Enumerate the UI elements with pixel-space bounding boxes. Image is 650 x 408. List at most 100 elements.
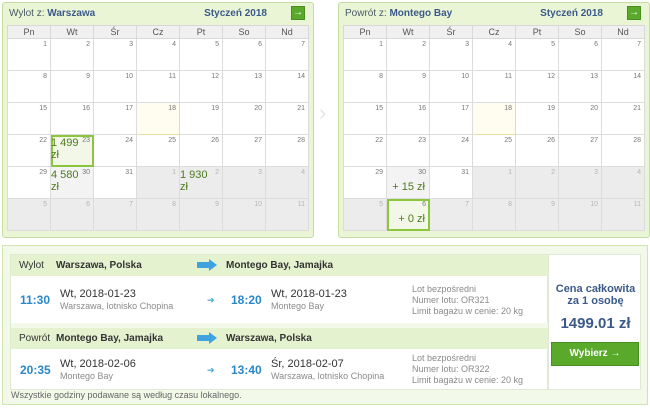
calendar-day[interactable]: 5 — [515, 38, 559, 71]
calendar-day[interactable]: 21 930 zł — [179, 166, 223, 199]
calendar-day[interactable]: 27 — [558, 134, 602, 167]
timezone-note: Wszystkie godziny podawane są według cza… — [11, 390, 242, 400]
calendar-day[interactable]: 7 — [265, 38, 309, 71]
calendar-day[interactable]: 7 — [601, 38, 645, 71]
calendar-day[interactable]: 20 — [558, 102, 602, 135]
calendar-day[interactable]: 6 — [558, 38, 602, 71]
calendar-day[interactable]: 13 — [222, 70, 266, 103]
calendar-day[interactable]: 17 — [429, 102, 473, 135]
calendar-day[interactable]: 5 — [179, 38, 223, 71]
calendar-day[interactable]: 1 — [7, 38, 51, 71]
calendar-day[interactable]: 2 — [50, 38, 94, 71]
calendar-day[interactable]: 6 + 0 zł — [386, 198, 430, 231]
day-number: 31 — [125, 169, 133, 176]
day-number: 26 — [547, 137, 555, 144]
calendar-day[interactable]: 2 — [386, 38, 430, 71]
day-number: 9 — [215, 201, 219, 208]
calendar-day[interactable]: 10 — [93, 70, 137, 103]
arrival-time: 13:40 — [231, 363, 262, 377]
calendar-day[interactable]: 12 — [515, 70, 559, 103]
day-number: 12 — [547, 73, 555, 80]
calendar-day[interactable]: 4 — [472, 38, 516, 71]
day-number: 30 — [418, 169, 426, 176]
calendar-month: Styczeń 2018 — [204, 8, 267, 19]
day-number: 8 — [172, 201, 176, 208]
calendar-day[interactable]: 1 — [343, 38, 387, 71]
calendar-day[interactable]: 20 — [222, 102, 266, 135]
calendar-day[interactable]: 21 — [265, 102, 309, 135]
calendar-day[interactable]: 28 — [601, 134, 645, 167]
calendar-day[interactable]: 19 — [179, 102, 223, 135]
next-month-arrow-icon[interactable]: → — [627, 6, 641, 20]
calendar-day[interactable]: 9 — [50, 70, 94, 103]
calendar-day[interactable]: 16 — [386, 102, 430, 135]
choose-button[interactable]: Wybierz → — [551, 342, 639, 366]
arrow-right-icon — [197, 332, 217, 344]
calendar-day[interactable]: 24 — [93, 134, 137, 167]
calendar-day[interactable]: 29 — [7, 166, 51, 199]
calendar-day[interactable]: 3 — [429, 38, 473, 71]
baggage-limit: Limit bagażu w cenie: 20 kg — [412, 306, 524, 316]
day-number: 27 — [254, 137, 262, 144]
day-number: 8 — [508, 201, 512, 208]
weekday-header: Pn — [7, 25, 51, 39]
calendar-day: 3 — [558, 166, 602, 199]
day-number: 6 — [422, 201, 426, 208]
calendar-day[interactable]: 8 — [343, 70, 387, 103]
day-number: 21 — [633, 105, 641, 112]
day-number: 13 — [590, 73, 598, 80]
calendar-day[interactable]: 11 — [136, 70, 180, 103]
day-number: 5 — [215, 41, 219, 48]
calendar-day[interactable]: 18 — [136, 102, 180, 135]
calendar-day[interactable]: 15 — [7, 102, 51, 135]
calendar-day[interactable]: 18 — [472, 102, 516, 135]
calendar-day[interactable]: 15 — [343, 102, 387, 135]
day-number: 17 — [461, 105, 469, 112]
calendar-day[interactable]: 30 + 15 zł — [386, 166, 430, 199]
calendar-day[interactable]: 14 — [601, 70, 645, 103]
calendar-day[interactable]: 8 — [7, 70, 51, 103]
calendar-day[interactable]: 25 — [136, 134, 180, 167]
calendar-day[interactable]: 10 — [429, 70, 473, 103]
leg-origin: Montego Bay, Jamajka — [56, 333, 164, 344]
next-month-arrow-icon[interactable]: → — [291, 6, 305, 20]
calendar-day[interactable]: 6 — [222, 38, 266, 71]
calendar-day[interactable]: 31 — [429, 166, 473, 199]
calendar-day[interactable]: 25 — [472, 134, 516, 167]
calendar-day[interactable]: 26 — [515, 134, 559, 167]
arrival-time: 18:20 — [231, 293, 262, 307]
calendar-day[interactable]: 22 — [7, 134, 51, 167]
calendar-day[interactable]: 3 — [93, 38, 137, 71]
day-number: 25 — [168, 137, 176, 144]
day-number: 8 — [43, 73, 47, 80]
calendar-day[interactable]: 17 — [93, 102, 137, 135]
choose-button-label: Wybierz — [569, 348, 608, 359]
calendar-day[interactable]: 27 — [222, 134, 266, 167]
calendar-day[interactable]: 24 — [429, 134, 473, 167]
calendar-day[interactable]: 12 — [179, 70, 223, 103]
calendar-day[interactable]: 23 1 499 zł — [50, 134, 94, 167]
calendar-day[interactable]: 30 4 580 zł — [50, 166, 94, 199]
day-number: 24 — [125, 137, 133, 144]
flight-number: Numer lotu: OR321 — [412, 295, 490, 305]
calendar-day[interactable]: 23 — [386, 134, 430, 167]
calendar-day[interactable]: 19 — [515, 102, 559, 135]
calendar-day[interactable]: 31 — [93, 166, 137, 199]
calendar-day[interactable]: 29 — [343, 166, 387, 199]
leg-header-outbound: Wylot Warszawa, Polska Montego Bay, Jama… — [11, 255, 549, 276]
calendar-day[interactable]: 9 — [386, 70, 430, 103]
calendar-day[interactable]: 11 — [472, 70, 516, 103]
calendar-day[interactable]: 14 — [265, 70, 309, 103]
calendar-day: 11 — [265, 198, 309, 231]
calendar-day[interactable]: 13 — [558, 70, 602, 103]
day-number: 3 — [129, 41, 133, 48]
day-number: 11 — [633, 201, 641, 208]
outbound-calendar: Wylot z: Warszawa Styczeń 2018 → Pn Wt Śr C… — [2, 2, 314, 238]
calendar-day[interactable]: 21 — [601, 102, 645, 135]
calendar-grid: Pn Wt Śr Cz Pt So Nd 1 2 3 4 5 6 7 8 9 10 11 12 13 14 15 16 17 1… — [343, 25, 645, 231]
calendar-day[interactable]: 28 — [265, 134, 309, 167]
calendar-day[interactable]: 16 — [50, 102, 94, 135]
calendar-day[interactable]: 4 — [136, 38, 180, 71]
calendar-day[interactable]: 22 — [343, 134, 387, 167]
calendar-day[interactable]: 26 — [179, 134, 223, 167]
